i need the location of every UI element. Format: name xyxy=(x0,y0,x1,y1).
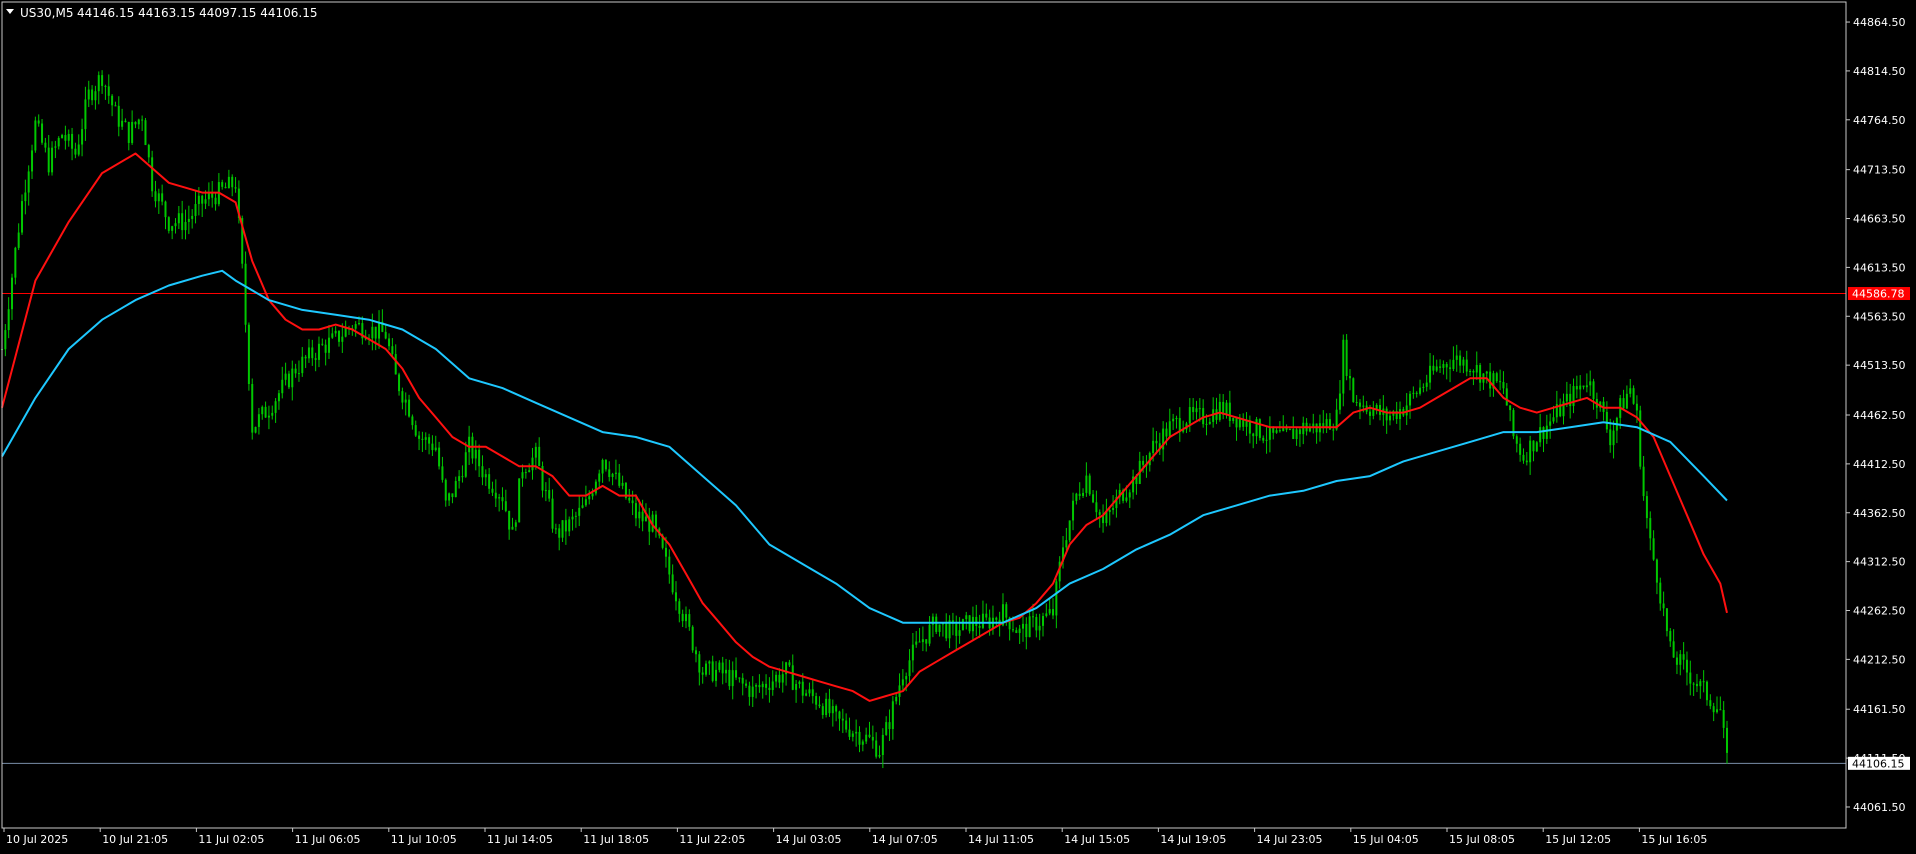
candle xyxy=(1632,385,1635,405)
chart-canvas[interactable]: 44864.50 44814.50 44764.50 44713.50 44663.50… xyxy=(0,0,1916,850)
candle xyxy=(935,613,938,635)
candle xyxy=(1258,418,1261,441)
time-tick-label: 15 Jul 12:05 xyxy=(1545,833,1611,846)
candle xyxy=(1068,520,1071,543)
time-tick-label: 14 Jul 07:05 xyxy=(872,833,938,846)
time-tick-label: 10 Jul 21:05 xyxy=(102,833,168,846)
time-tick-label: 11 Jul 18:05 xyxy=(583,833,649,846)
price-tick-label: 44462.50 xyxy=(1853,409,1906,422)
price-tick-label: 44212.50 xyxy=(1853,653,1906,666)
time-tick-label: 15 Jul 08:05 xyxy=(1449,833,1515,846)
ohlc-values: 44146.15 44163.15 44097.15 44106.15 xyxy=(77,6,317,20)
candle xyxy=(1345,334,1348,381)
time-tick-label: 14 Jul 03:05 xyxy=(776,833,842,846)
chart-header: US30,M5 44146.15 44163.15 44097.15 44106… xyxy=(6,6,317,20)
candle xyxy=(254,426,257,434)
candle xyxy=(1352,377,1355,403)
time-tick-label: 14 Jul 23:05 xyxy=(1257,833,1323,846)
time-tick-label: 11 Jul 06:05 xyxy=(295,833,361,846)
candle xyxy=(34,116,37,153)
time-tick-label: 15 Jul 16:05 xyxy=(1641,833,1707,846)
price-tick-label: 44864.50 xyxy=(1853,16,1906,29)
candle xyxy=(1535,440,1538,453)
candle xyxy=(1639,405,1642,470)
price-tick-label: 44262.50 xyxy=(1853,605,1906,618)
candle xyxy=(624,482,627,500)
price-tick-label: 44161.50 xyxy=(1853,703,1906,716)
time-tick-label: 10 Jul 2025 xyxy=(6,833,68,846)
candle xyxy=(691,625,694,653)
price-tick-label: 44814.50 xyxy=(1853,65,1906,78)
time-tick-label: 11 Jul 22:05 xyxy=(679,833,745,846)
price-tick-label: 44312.50 xyxy=(1853,556,1906,569)
candle xyxy=(167,216,170,234)
candle xyxy=(594,479,597,496)
horizontal-line-price-label: 44586.78 xyxy=(1852,288,1905,301)
price-tick-label: 44713.50 xyxy=(1853,164,1906,177)
candle xyxy=(961,618,964,631)
price-tick-label: 44513.50 xyxy=(1853,359,1906,372)
symbol-label: US30,M5 xyxy=(20,6,73,20)
time-tick-label: 11 Jul 14:05 xyxy=(487,833,553,846)
candle xyxy=(1512,408,1515,440)
price-tick-label: 44563.50 xyxy=(1853,310,1906,323)
time-tick-label: 14 Jul 15:05 xyxy=(1064,833,1130,846)
candle xyxy=(518,478,521,523)
price-tick-label: 44412.50 xyxy=(1853,458,1906,471)
candle xyxy=(144,117,147,146)
time-tick-label: 14 Jul 11:05 xyxy=(968,833,1034,846)
candle xyxy=(968,615,971,634)
price-tick-label: 44061.50 xyxy=(1853,801,1906,814)
time-tick-label: 15 Jul 04:05 xyxy=(1353,833,1419,846)
price-tick-label: 44764.50 xyxy=(1853,114,1906,127)
price-tick-label: 44362.50 xyxy=(1853,507,1906,520)
candle xyxy=(1088,473,1091,496)
time-tick-label: 11 Jul 10:05 xyxy=(391,833,457,846)
time-tick-label: 11 Jul 02:05 xyxy=(198,833,264,846)
trading-chart[interactable]: 44864.50 44814.50 44764.50 44713.50 44663.50… xyxy=(0,0,1916,850)
last-price-label: 44106.15 xyxy=(1852,757,1905,770)
candle xyxy=(247,322,250,391)
price-tick-label: 44613.50 xyxy=(1853,261,1906,274)
candle xyxy=(251,378,254,440)
price-tick-label: 44663.50 xyxy=(1853,213,1906,226)
candle xyxy=(151,150,154,197)
time-tick-label: 14 Jul 19:05 xyxy=(1160,833,1226,846)
